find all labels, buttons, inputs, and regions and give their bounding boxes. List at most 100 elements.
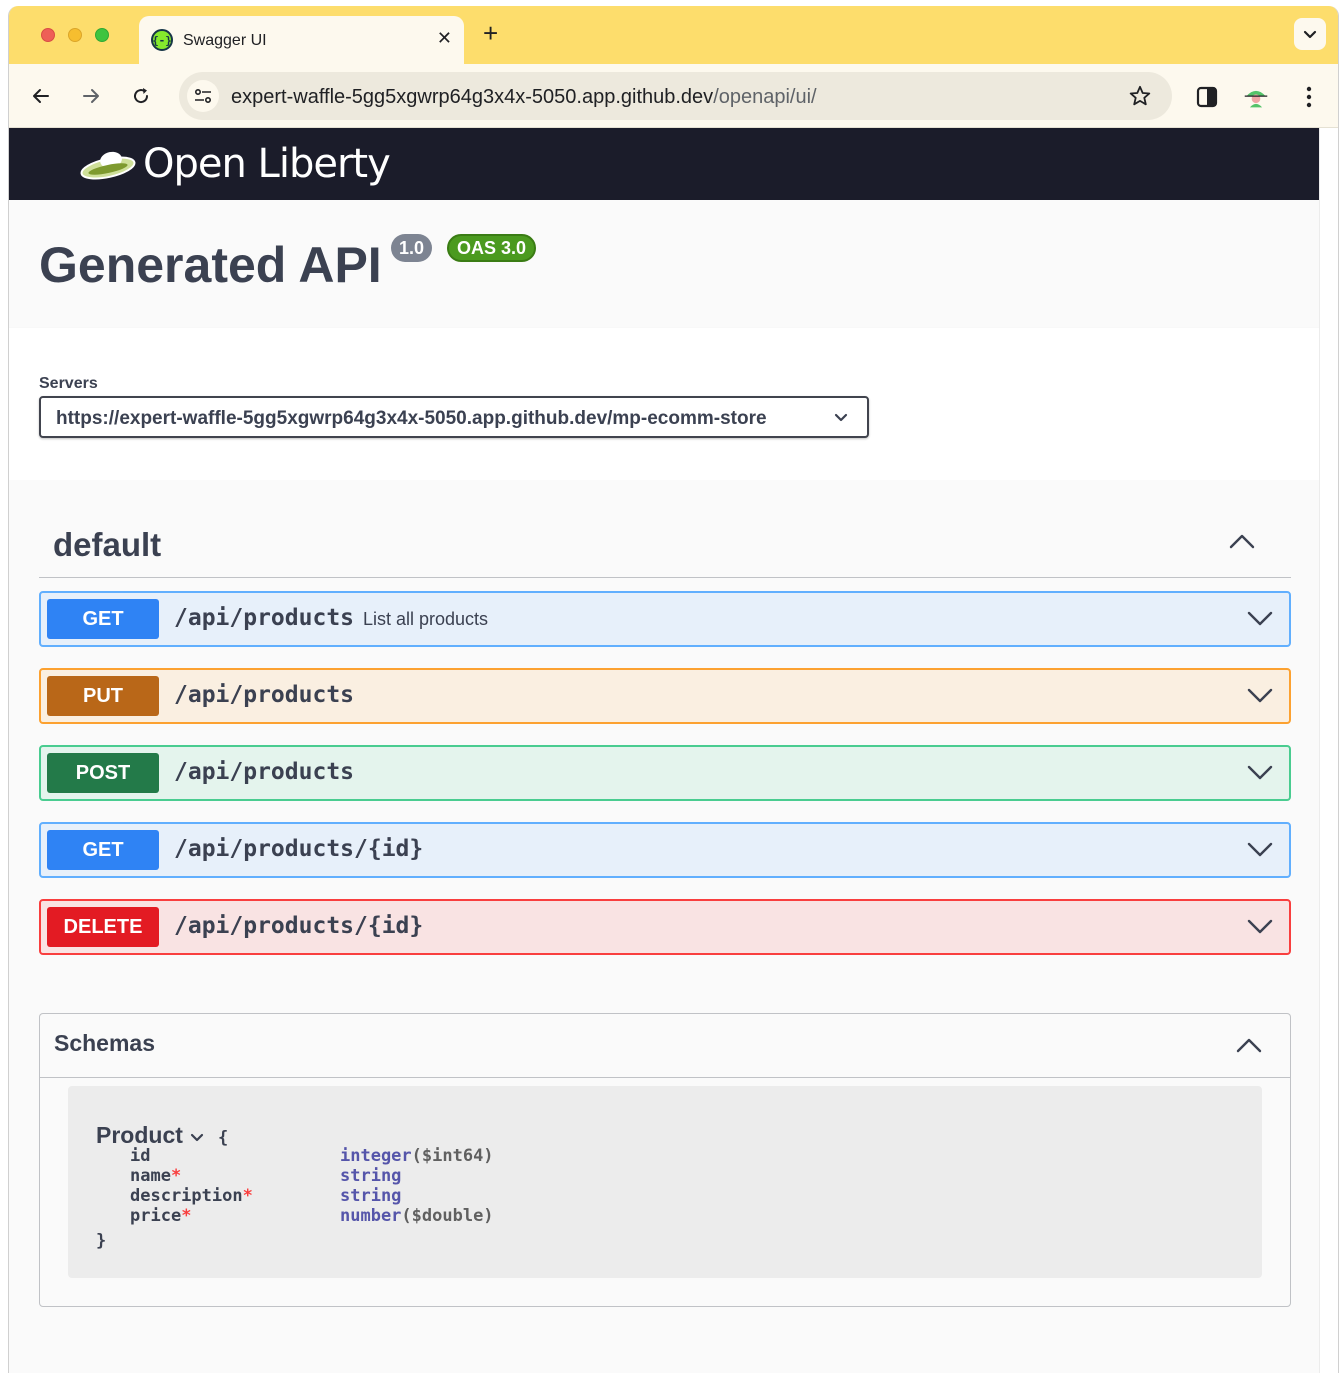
servers-label: Servers [39,375,98,392]
browser-tab-active[interactable]: {-} Swagger UI ✕ [139,16,464,64]
chevron-down-icon [1247,688,1273,703]
close-window-button[interactable] [41,28,55,42]
property-label: id [130,1146,151,1166]
back-button[interactable] [29,84,53,108]
servers-select[interactable]: https://expert-waffle-5gg5xgwrp64g3x4x-5… [39,396,869,438]
url-path: /openapi/ui/ [713,86,817,108]
avatar-icon [1243,84,1269,110]
swagger-topbar: Open Liberty [9,128,1319,200]
version-badge: 1.0 [391,234,433,262]
kebab-menu-icon [1306,86,1312,108]
tune-icon [194,88,212,104]
page-viewport: Open Liberty Generated API 1.0 OAS 3.0 S… [9,128,1319,1373]
new-tab-plus-icon[interactable]: + [483,20,498,46]
profile-avatar[interactable] [1243,84,1269,110]
property-type: integer($int64) [340,1146,494,1166]
operation-delete-product-by-id[interactable]: DELETE /api/products/{id} [39,899,1291,955]
property-format: ($double) [401,1206,494,1226]
chevron-down-icon [1247,842,1273,857]
property-name: id [130,1146,150,1166]
http-method-badge: DELETE [47,907,159,947]
browser-toolbar: expert-waffle-5gg5xgwrp64g3x4x-5050.app.… [9,64,1338,128]
schemas-header[interactable]: Schemas [40,1014,1290,1078]
chevron-down-icon [1247,919,1273,934]
chevron-down-icon [834,413,848,422]
forward-arrow-icon [83,89,99,103]
property-name: name* [130,1166,181,1186]
operation-path: /api/products/{id} [174,913,424,939]
property-label: name [130,1166,171,1186]
servers-selected-value: https://expert-waffle-5gg5xgwrp64g3x4x-5… [56,408,767,429]
property-label: price [130,1206,182,1226]
tag-name: default [53,526,162,563]
schemas-section: Schemas Product { id integer($int64) nam… [39,1013,1291,1307]
http-method-badge: POST [47,753,159,793]
site-info-button[interactable] [187,80,219,112]
http-method-badge: GET [47,830,159,870]
tag-section-header[interactable]: default [39,510,1291,578]
chevron-down-icon [1247,765,1273,780]
property-type-name: number [340,1206,402,1226]
servers-section: Servers https://expert-waffle-5gg5xgwrp6… [9,328,1319,480]
tab-search-button[interactable] [1294,18,1326,50]
property-type: string [340,1166,401,1186]
tab-title: Swagger UI [183,32,267,49]
maximize-window-button[interactable] [95,28,109,42]
property-type-name: string [340,1186,402,1206]
side-panel-button[interactable] [1194,84,1220,110]
schemas-title: Schemas [54,1030,156,1056]
logo-text: Open Liberty [143,141,391,187]
bookmark-star-icon[interactable] [1128,84,1152,113]
chevron-up-icon [1229,534,1255,549]
api-info: Generated API 1.0 OAS 3.0 [9,200,1319,328]
browser-window: {-} Swagger UI ✕ + expert-waffle-5gg5xgw… [8,6,1339,1373]
property-label: description [130,1186,243,1206]
operation-get-products[interactable]: GET /api/products List all products [39,591,1291,647]
model-close-brace: } [96,1231,107,1251]
swagger-favicon-icon: {-} [151,29,173,51]
minimize-window-button[interactable] [68,28,82,42]
operation-path: /api/products [174,759,355,785]
property-name: price* [130,1206,191,1226]
tab-strip: {-} Swagger UI ✕ + [9,6,1338,64]
model-product: Product { id integer($int64) name* strin… [68,1086,1262,1278]
operation-summary: List all products [363,609,489,629]
required-marker: * [242,1186,253,1206]
model-name: Product [96,1122,183,1148]
model-name-toggle[interactable]: Product [96,1122,205,1149]
forward-button[interactable] [79,84,103,108]
url-text: expert-waffle-5gg5xgwrp64g3x4x-5050.app.… [231,86,817,109]
reload-button[interactable] [129,84,153,108]
back-arrow-icon [33,89,49,103]
chevron-down-icon [190,1133,203,1142]
open-liberty-logo[interactable]: Open Liberty [79,138,391,190]
operation-path: /api/products [174,682,355,708]
url-host: expert-waffle-5gg5xgwrp64g3x4x-5050.app.… [231,86,714,108]
property-type-name: integer [340,1146,412,1166]
oas-version-badge: OAS 3.0 [447,234,537,262]
operation-put-products[interactable]: PUT /api/products [39,668,1291,724]
star-icon [1129,85,1151,106]
operation-get-product-by-id[interactable]: GET /api/products/{id} [39,822,1291,878]
http-method-badge: GET [47,599,159,639]
property-type: string [340,1186,401,1206]
page-scrollbar[interactable] [1319,128,1338,1373]
property-name: description* [130,1186,253,1206]
ufo-logo-icon [80,151,136,180]
operation-path: /api/products/{id} [174,836,424,862]
tab-close-icon[interactable]: ✕ [437,28,452,49]
address-bar[interactable]: expert-waffle-5gg5xgwrp64g3x4x-5050.app.… [179,72,1172,120]
property-type: number($double) [340,1206,494,1226]
model-open-brace: { [218,1128,229,1148]
http-method-badge: PUT [47,676,159,716]
api-title: Generated API [39,237,382,293]
operation-post-products[interactable]: POST /api/products [39,745,1291,801]
operation-path: /api/products [174,605,355,631]
required-marker: * [170,1166,182,1186]
browser-menu-button[interactable] [1296,84,1322,110]
chevron-down-icon [1247,611,1273,626]
side-panel-icon [1196,86,1218,108]
required-marker: * [181,1206,192,1226]
reload-icon [134,88,149,104]
property-type-name: string [340,1166,402,1186]
